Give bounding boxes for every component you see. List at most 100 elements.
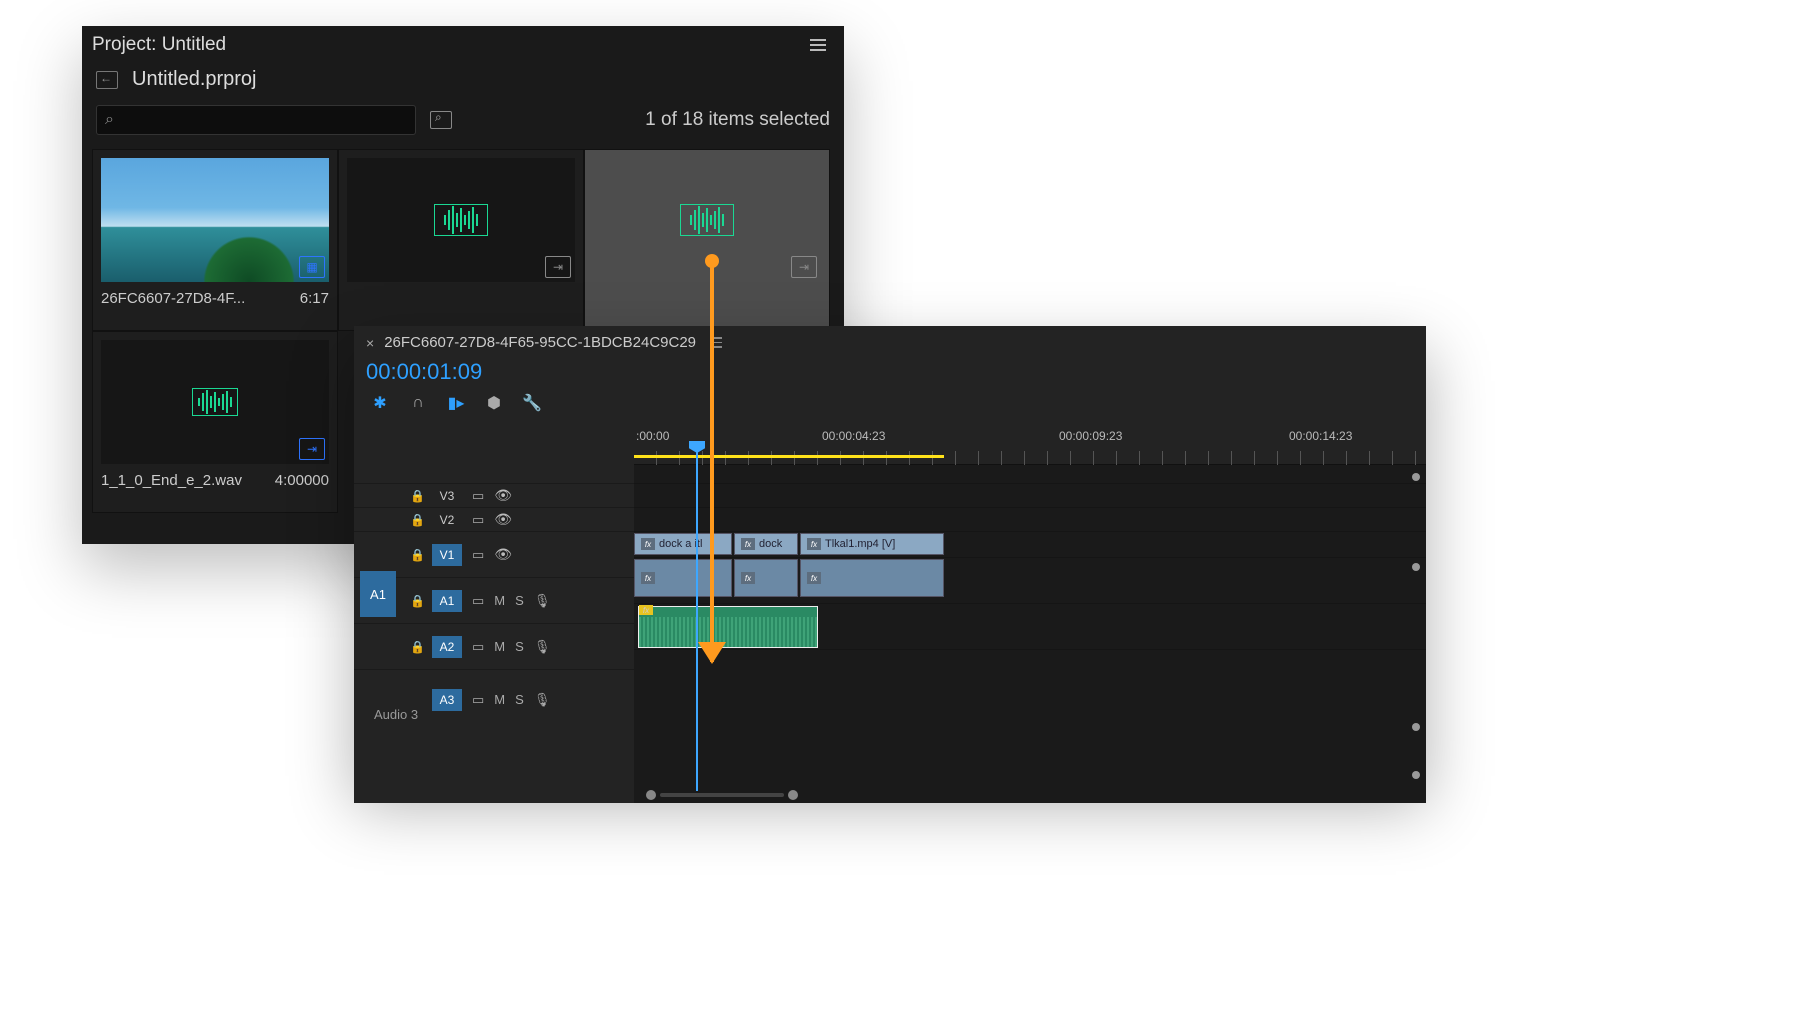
voiceover-icon[interactable]: 🎙	[534, 692, 551, 708]
track-header-v1[interactable]: 🔒 V1 ▭ 👁	[354, 531, 634, 577]
solo-button[interactable]: S	[515, 692, 524, 707]
h-scrollbar[interactable]	[642, 791, 802, 799]
asset-item-selected[interactable]: ⇥	[584, 149, 830, 331]
source-patch-a1[interactable]: A1	[360, 571, 396, 617]
folder-up-icon[interactable]	[96, 71, 118, 89]
sequence-tab-title[interactable]: 26FC6607-27D8-4F65-95CC-1BDCB24C9C29	[384, 334, 696, 351]
audio-badge-icon: ⇥	[299, 438, 325, 460]
track-lane-a2[interactable]: fx	[634, 603, 1426, 649]
track-header-a3[interactable]: 🔒 A3 ▭ M S 🎙 Audio 3	[354, 669, 634, 729]
video-thumb-image	[101, 158, 329, 282]
track-output-icon[interactable]: ▭	[472, 639, 484, 655]
track-label[interactable]: A1	[432, 590, 462, 612]
asset-item[interactable]: ⇥ 1_1_0_End_e_2.wav 4:00000	[92, 331, 338, 513]
audio-clip-linked[interactable]: fx	[734, 559, 798, 597]
eye-icon[interactable]: 👁	[494, 546, 512, 563]
track-header-v2[interactable]: 🔒 V2 ▭ 👁	[354, 507, 634, 531]
track-header-v3[interactable]: 🔒 V3 ▭ 👁	[354, 483, 634, 507]
waveform-icon	[434, 204, 488, 236]
v-scroll-handle[interactable]	[1412, 771, 1420, 779]
insert-overwrite-icon[interactable]: ✱	[370, 393, 390, 413]
zoom-handle-left[interactable]	[646, 790, 656, 800]
panel-menu-icon[interactable]	[806, 35, 830, 55]
eye-icon[interactable]: 👁	[494, 511, 512, 528]
scroll-thumb[interactable]	[660, 793, 784, 797]
v-scroll-handle[interactable]	[1412, 723, 1420, 731]
lock-icon[interactable]: 🔒	[410, 489, 422, 503]
voiceover-icon[interactable]: 🎙	[534, 593, 551, 609]
mute-button[interactable]: M	[494, 692, 505, 707]
fx-badge-icon: fx	[639, 605, 653, 615]
v-scroll-handle[interactable]	[1412, 473, 1420, 481]
solo-button[interactable]: S	[515, 593, 524, 608]
asset-name: 1_1_0_End_e_2.wav	[101, 472, 242, 489]
track-headers: A1 🔒 V3 ▭ 👁 🔒 V2 ▭ 👁 🔒 V1 ▭ 👁 🔒	[354, 423, 634, 803]
asset-name: 26FC6607-27D8-4F...	[101, 290, 245, 307]
audio-clip[interactable]: fx	[638, 606, 818, 648]
voiceover-icon[interactable]: 🎙	[534, 639, 551, 655]
solo-button[interactable]: S	[515, 639, 524, 654]
audio-badge-icon: ⇥	[791, 256, 817, 278]
track-output-icon[interactable]: ▭	[472, 593, 484, 609]
video-clip[interactable]: fxdock	[734, 533, 798, 555]
audio-clip-linked[interactable]: fx	[634, 559, 732, 597]
search-in-bin-icon[interactable]	[430, 111, 452, 129]
lock-icon[interactable]: 🔒	[410, 513, 422, 527]
timeline-panel: × 26FC6607-27D8-4F65-95CC-1BDCB24C9C29 0…	[354, 326, 1426, 781]
track-label[interactable]: A3	[432, 689, 462, 711]
track-lane-v1[interactable]: fxdock a itl fxdock fxTlkal1.mp4 [V]	[634, 531, 1426, 557]
search-icon: ⌕	[105, 111, 114, 129]
track-label[interactable]: V3	[432, 485, 462, 507]
track-lane-a3[interactable]	[634, 649, 1426, 709]
eye-icon[interactable]: 👁	[494, 487, 512, 504]
audio-clip-linked[interactable]: fx	[800, 559, 944, 597]
lock-icon[interactable]: 🔒	[410, 594, 422, 608]
track-output-icon[interactable]: ▭	[472, 488, 484, 504]
search-input[interactable]: ⌕	[96, 105, 416, 135]
asset-thumbnail: ▦	[101, 158, 329, 282]
track-header-a2[interactable]: 🔒 A2 ▭ M S 🎙	[354, 623, 634, 669]
track-label[interactable]: V2	[432, 509, 462, 531]
track-header-a1[interactable]: 🔒 A1 ▭ M S 🎙	[354, 577, 634, 623]
asset-item[interactable]: ⇥	[338, 149, 584, 331]
marker-icon[interactable]: ⬢	[484, 393, 504, 413]
waveform-icon	[680, 204, 734, 236]
mute-button[interactable]: M	[494, 593, 505, 608]
track-output-icon[interactable]: ▭	[472, 692, 484, 708]
track-output-icon[interactable]: ▭	[472, 512, 484, 528]
waveform-icon	[192, 388, 238, 416]
close-tab-icon[interactable]: ×	[366, 335, 374, 351]
video-clip[interactable]: fxdock a itl	[634, 533, 732, 555]
zoom-handle-right[interactable]	[788, 790, 798, 800]
asset-thumbnail: ⇥	[101, 340, 329, 464]
timecode-display[interactable]: 00:00:01:09	[366, 359, 482, 385]
track-label[interactable]: V1	[432, 544, 462, 566]
ruler-label: 00:00:09:23	[1059, 429, 1122, 443]
playhead[interactable]	[696, 451, 698, 791]
video-clip[interactable]: fxTlkal1.mp4 [V]	[800, 533, 944, 555]
timeline-lanes[interactable]: :00:00 00:00:04:23 00:00:09:23 00:00:14:…	[634, 423, 1426, 803]
waveform-icon	[639, 617, 817, 647]
mute-button[interactable]: M	[494, 639, 505, 654]
linked-selection-icon[interactable]: ▮▸	[446, 393, 466, 413]
ruler-label: :00:00	[636, 429, 669, 443]
sequence-badge-icon: ▦	[299, 256, 325, 278]
track-lane-a1[interactable]: fx fx fx	[634, 557, 1426, 603]
settings-wrench-icon[interactable]: 🔧	[522, 393, 542, 413]
snap-icon[interactable]: ∩	[408, 393, 428, 413]
work-area-bar[interactable]	[634, 455, 944, 458]
timeline-tools: ✱ ∩ ▮▸ ⬢ 🔧	[354, 393, 1426, 423]
v-scroll-handle[interactable]	[1412, 563, 1420, 571]
asset-duration: 4:00000	[275, 472, 329, 489]
track-lane-v2[interactable]	[634, 507, 1426, 531]
track-name: Audio 3	[374, 707, 418, 722]
lock-icon[interactable]: 🔒	[410, 548, 422, 562]
track-label[interactable]: A2	[432, 636, 462, 658]
track-lane-v3[interactable]	[634, 483, 1426, 507]
time-ruler[interactable]: :00:00 00:00:04:23 00:00:09:23 00:00:14:…	[634, 423, 1426, 465]
asset-item[interactable]: ▦ 26FC6607-27D8-4F... 6:17	[92, 149, 338, 331]
lock-icon[interactable]: 🔒	[410, 640, 422, 654]
track-output-icon[interactable]: ▭	[472, 547, 484, 563]
audio-badge-icon: ⇥	[545, 256, 571, 278]
ruler-ticks	[634, 451, 1426, 465]
